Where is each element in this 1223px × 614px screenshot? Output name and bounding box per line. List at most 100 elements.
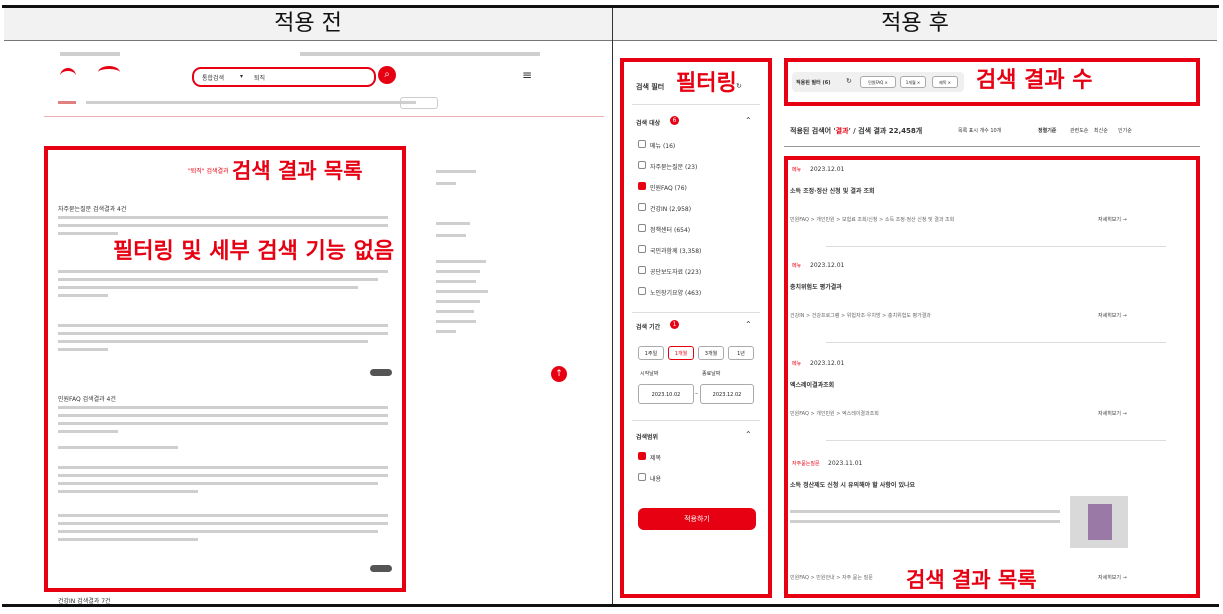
item-title[interactable]: 엑스레이결과조회 [790,380,834,389]
item-title[interactable]: 소득 조정·정산 신청 및 결과 조회 [790,186,874,195]
more-button[interactable] [370,369,392,376]
sidebar-line [436,330,456,333]
sidebar-line [436,234,466,237]
chevron-up-icon[interactable]: ⌃ [745,320,752,329]
text-line [58,490,198,493]
item-tag: 메뉴 [792,263,802,269]
chevron-up-icon[interactable]: ⌃ [745,430,752,439]
start-date-input[interactable]: 2023.10.02 [638,384,694,404]
period-button[interactable]: 1주일 [638,346,664,360]
filter-chip[interactable]: 제목 × [932,76,958,88]
divider [826,440,1166,441]
divider [826,342,1166,343]
filter-title: 검색 필터 [636,83,665,91]
nav-underline [44,116,604,117]
text-line [58,332,388,335]
nav-item-active[interactable] [58,101,76,104]
scroll-top-icon[interactable]: ↑ [551,366,567,382]
summary-suffix: ' / 검색 결과 22,458개 [848,127,923,135]
item-path[interactable]: 민원FAQ > 개인민원 > 보험료 조회/신청 > 소득 조정·정산 신청 및… [790,216,954,223]
filter-overlay-label: 필터링 [676,71,737,96]
utility-bar-left [60,52,120,56]
search-input[interactable]: 퇴직 [254,73,265,82]
target-option-label: 자주묻는질문 (23) [650,164,698,171]
per-page-select[interactable]: 목록 표시 개수 10개 [958,127,1001,134]
sort-option[interactable]: 최신순 [1094,127,1108,134]
search-select[interactable]: 통합검색 [202,73,224,82]
more-link[interactable]: 자세히보기 → [1098,574,1127,581]
checkbox[interactable] [638,287,646,295]
text-line [58,482,378,485]
sidebar-line [436,320,476,323]
utility-bar-right [300,52,540,56]
item-path[interactable]: 민원FAQ > 개인민원 > 엑스레이결과조회 [790,410,879,417]
summary-keyword: 결과 [835,127,849,135]
before-results-label: 검색 결과 목록 [232,159,363,183]
scope-option-label: 제목 [650,455,662,462]
checkbox[interactable] [638,140,646,148]
divider [826,246,1166,247]
divider [632,104,760,105]
text-line [58,522,388,525]
sidebar-line [436,170,476,173]
more-link[interactable]: 자세히보기 → [1098,216,1127,223]
text-line [58,324,388,327]
checkbox[interactable] [638,203,646,211]
more-link[interactable]: 자세히보기 → [1098,410,1127,417]
period-title: 검색 기간 [636,324,661,331]
target-option-label: 국민과함께 (3,358) [650,248,702,255]
apply-button[interactable]: 적용하기 [638,508,756,530]
nav-more-select[interactable] [400,97,438,109]
item-date: 2023.12.01 [810,166,845,173]
item-date: 2023.11.01 [828,460,863,467]
text-line [58,446,178,449]
sidebar-line [436,300,480,303]
result-header: "퇴직" 검색결과 [188,168,229,175]
checkbox[interactable] [638,473,646,481]
text-line [58,232,118,235]
text-line [790,510,1060,513]
chevron-up-icon[interactable]: ⌃ [745,116,752,125]
sort-option[interactable]: 관련도순 [1070,127,1088,134]
divider [632,420,760,421]
item-path[interactable]: 건강IN > 건강프로그램 > 위험자조·우치방 > 충치위험도 평가결과 [790,312,931,319]
target-option-label: 메뉴 (16) [650,143,676,150]
period-button[interactable]: 3개월 [698,346,724,360]
menu-icon[interactable]: ≡ [522,68,532,82]
reset-icon[interactable]: ↻ [736,82,742,90]
text-line [58,348,108,351]
more-button[interactable] [370,565,392,572]
reset-icon[interactable]: ↻ [846,77,852,85]
checkbox[interactable] [638,266,646,274]
search-box[interactable]: 통합검색 ▾ 퇴직 [192,67,376,87]
checkbox[interactable] [638,245,646,253]
item-tag: 자주묻는질문 [792,461,820,467]
text-line [58,422,388,425]
sort-option[interactable]: 인기순 [1118,127,1132,134]
target-option-label: 정책센터 (654) [650,227,691,234]
search-button[interactable]: ⌕ [378,66,396,84]
filter-chip[interactable]: 1개월 × [900,76,926,88]
item-title[interactable]: 충치위험도 평가결과 [790,282,842,291]
end-date-input[interactable]: 2023.12.02 [700,384,754,404]
sidebar-line [436,310,474,313]
period-button[interactable]: 1개월 [668,346,694,360]
item-tag: 메뉴 [792,167,802,173]
text-line [58,466,388,469]
text-line [58,538,198,541]
checkbox[interactable] [638,224,646,232]
filter-chip[interactable]: 민원FAQ × [860,76,896,88]
summary-prefix: 적용된 검색어 ' [790,127,836,135]
nav-items[interactable] [86,101,416,104]
period-button[interactable]: 1년 [728,346,754,360]
item-path[interactable]: 민원FAQ > 민원안내 > 자주 묻는 질문 [790,574,873,581]
more-link[interactable]: 자세히보기 → [1098,312,1127,319]
target-option-label: 공단보도자료 (223) [650,269,702,276]
checkbox[interactable] [638,452,646,460]
text-line [58,414,388,417]
item-title[interactable]: 소득 정산제도 신청 시 유의해야 할 사항이 있나요 [790,480,915,489]
checkbox[interactable] [638,161,646,169]
sidebar-line [436,222,470,225]
checkbox[interactable] [638,182,646,190]
text-line [58,216,388,219]
